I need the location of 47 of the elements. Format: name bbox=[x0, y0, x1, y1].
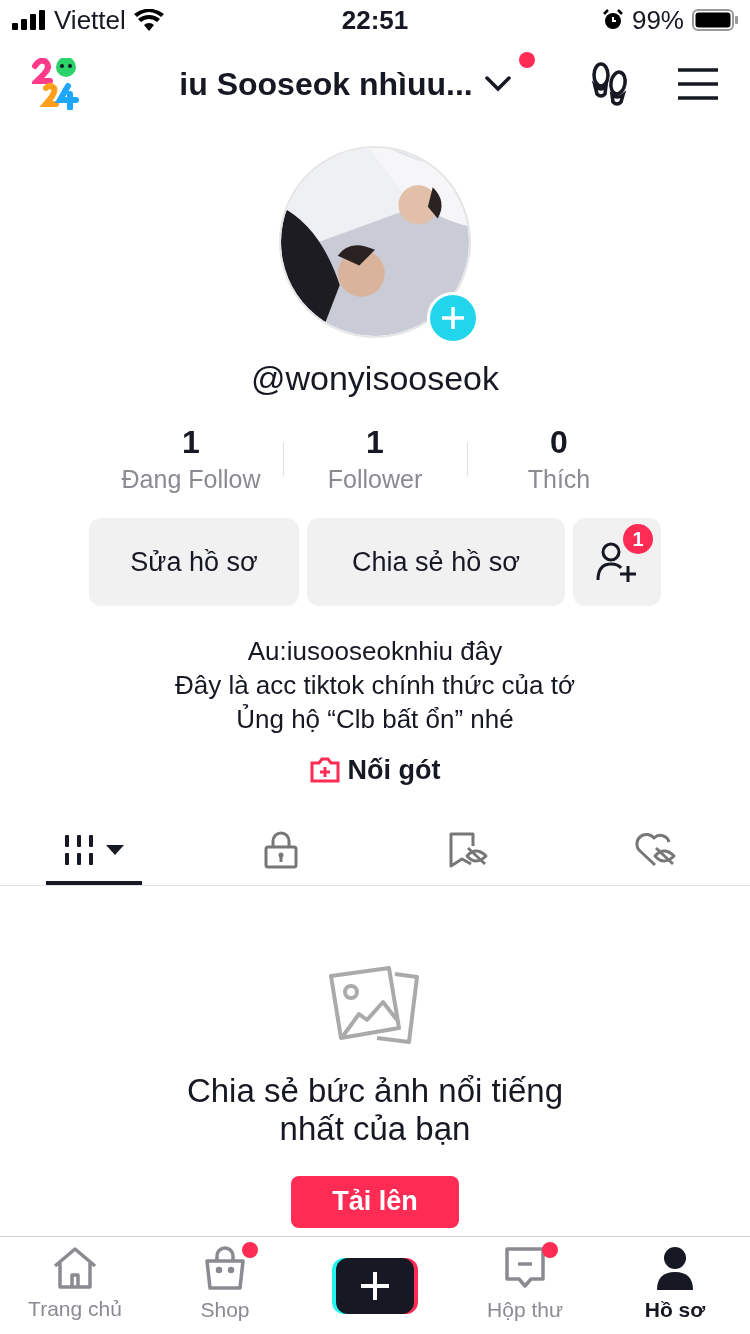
home-icon bbox=[52, 1246, 98, 1289]
stat-label: Thích bbox=[527, 464, 591, 495]
stat-label: Follower bbox=[327, 464, 423, 495]
shopping-bag-icon bbox=[204, 1245, 246, 1290]
nav-label: Shop bbox=[200, 1296, 250, 1323]
bio-line: Đây là acc tiktok chính thức của tớ bbox=[174, 669, 576, 702]
grid-icon bbox=[63, 833, 94, 866]
caret-icon bbox=[105, 844, 124, 855]
chevron-down-icon[interactable] bbox=[484, 76, 511, 92]
create-button[interactable] bbox=[332, 1257, 418, 1314]
add-friend-button[interactable]: 1 bbox=[573, 518, 661, 606]
battery-percent: 99% bbox=[631, 3, 684, 37]
year-logo-icon bbox=[32, 58, 80, 110]
nav-label: Trang chủ bbox=[28, 1295, 122, 1322]
upload-button[interactable]: Tải lên bbox=[291, 1175, 459, 1228]
plus-icon bbox=[442, 307, 464, 329]
nav-label: Hộp thư bbox=[487, 1296, 563, 1323]
wifi-icon bbox=[133, 9, 164, 31]
alarm-icon bbox=[601, 9, 624, 31]
battery-icon bbox=[692, 9, 738, 31]
add-video-icon bbox=[309, 757, 340, 784]
plus-icon bbox=[361, 1271, 389, 1300]
username: @wonyisooseok bbox=[250, 358, 500, 399]
nav-tab[interactable]: Hồ sơ bbox=[600, 1245, 750, 1326]
stat-value: 1 bbox=[366, 423, 384, 462]
edit-profile-button[interactable]: Sửa hồ sơ bbox=[89, 518, 299, 606]
stat-value: 0 bbox=[550, 423, 568, 462]
clock-time: 22:51 bbox=[341, 3, 409, 37]
share-profile-button[interactable]: Chia sẻ hồ sơ bbox=[307, 518, 565, 606]
nav-label: Hồ sơ bbox=[644, 1296, 706, 1323]
empty-state-title: Chia sẻ bức ảnh nổi tiếng nhất của bạn bbox=[185, 1071, 565, 1148]
bio-line: Au:iusooseoknhiu đây bbox=[247, 635, 503, 668]
hidden-heart-icon bbox=[635, 831, 678, 868]
message-icon bbox=[504, 1245, 546, 1290]
signal-icon bbox=[12, 10, 46, 30]
account-name[interactable]: iu Sooseok nhìuu... bbox=[179, 60, 473, 108]
person-icon bbox=[655, 1245, 695, 1290]
footprints-icon[interactable] bbox=[590, 62, 630, 106]
stat-value: 1 bbox=[182, 423, 200, 462]
notification-count: 1 bbox=[623, 524, 653, 554]
hidden-bookmark-icon bbox=[448, 831, 489, 868]
stat-label: Đang Follow bbox=[121, 464, 261, 495]
carrier-name: Viettel bbox=[54, 3, 126, 37]
lock-icon bbox=[264, 830, 299, 869]
bio-line: Ủng hộ “Clb bất ổn” nhé bbox=[236, 703, 514, 736]
menu-icon[interactable] bbox=[678, 68, 718, 100]
profile-link[interactable]: Nối gót bbox=[347, 750, 441, 791]
